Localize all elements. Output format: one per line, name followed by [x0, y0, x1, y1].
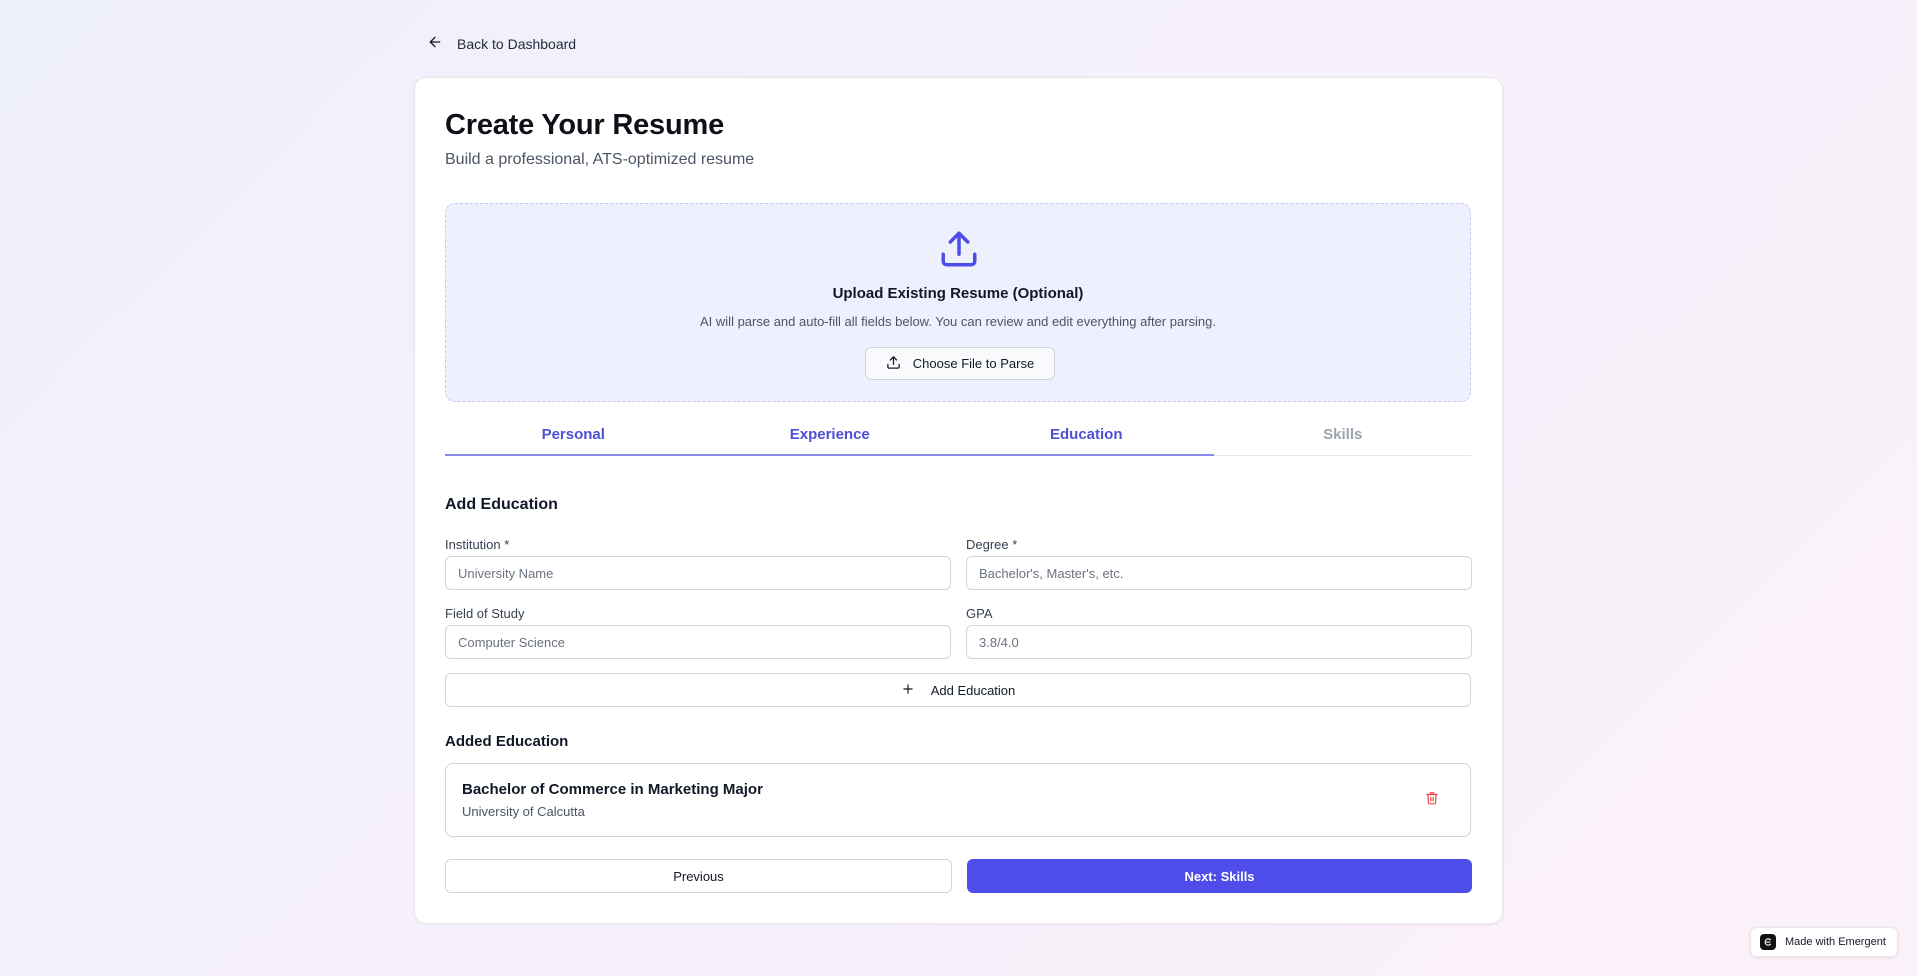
tab-education[interactable]: Education — [958, 420, 1215, 455]
degree-input[interactable] — [966, 556, 1472, 590]
add-education-heading: Add Education — [445, 496, 558, 513]
next-skills-button[interactable]: Next: Skills — [967, 859, 1472, 893]
emergent-logo-icon — [1760, 934, 1776, 950]
add-education-label: Add Education — [930, 682, 1016, 698]
arrow-left-icon — [427, 34, 443, 53]
back-link-label: Back to Dashboard — [457, 35, 577, 52]
page-title: Create Your Resume — [445, 109, 724, 141]
add-education-button[interactable]: Add Education — [445, 673, 1471, 707]
education-degree: Bachelor of Commerce in Marketing Major — [462, 781, 763, 798]
upload-description: AI will parse and auto-fill all fields b… — [700, 314, 1216, 329]
tab-experience[interactable]: Experience — [702, 420, 959, 455]
tab-progress-bar — [445, 454, 1214, 456]
tab-personal[interactable]: Personal — [445, 420, 702, 455]
education-list-item: Bachelor of Commerce in Marketing Major … — [445, 763, 1471, 837]
institution-input[interactable] — [445, 556, 951, 590]
resume-builder-card: Create Your Resume Build a professional,… — [414, 77, 1503, 924]
page-subtitle: Build a professional, ATS-optimized resu… — [445, 151, 755, 168]
gpa-input[interactable] — [966, 625, 1472, 659]
institution-label: Institution * — [445, 537, 510, 552]
previous-button[interactable]: Previous — [445, 859, 952, 893]
badge-label: Made with Emergent — [1785, 936, 1886, 948]
choose-file-button[interactable]: Choose File to Parse — [865, 347, 1055, 380]
degree-label: Degree * — [966, 537, 1018, 552]
field-of-study-input[interactable] — [445, 625, 951, 659]
delete-education-button[interactable] — [1418, 786, 1446, 814]
back-to-dashboard-link[interactable]: Back to Dashboard — [427, 34, 576, 53]
resume-upload-dropzone[interactable]: Upload Existing Resume (Optional) AI wil… — [445, 203, 1471, 402]
made-with-emergent-badge[interactable]: Made with Emergent — [1750, 927, 1898, 957]
choose-file-label: Choose File to Parse — [912, 356, 1035, 371]
trash-icon — [1425, 791, 1439, 810]
upload-title: Upload Existing Resume (Optional) — [832, 285, 1084, 302]
upload-small-icon — [886, 355, 901, 373]
plus-icon — [901, 682, 915, 699]
field-of-study-label: Field of Study — [445, 606, 525, 621]
step-tabs: Personal Experience Education Skills — [445, 420, 1471, 456]
tab-skills[interactable]: Skills — [1215, 420, 1472, 455]
added-education-heading: Added Education — [445, 733, 569, 750]
education-institution: University of Calcutta — [462, 804, 585, 819]
upload-icon — [938, 228, 980, 270]
gpa-label: GPA — [966, 606, 993, 621]
